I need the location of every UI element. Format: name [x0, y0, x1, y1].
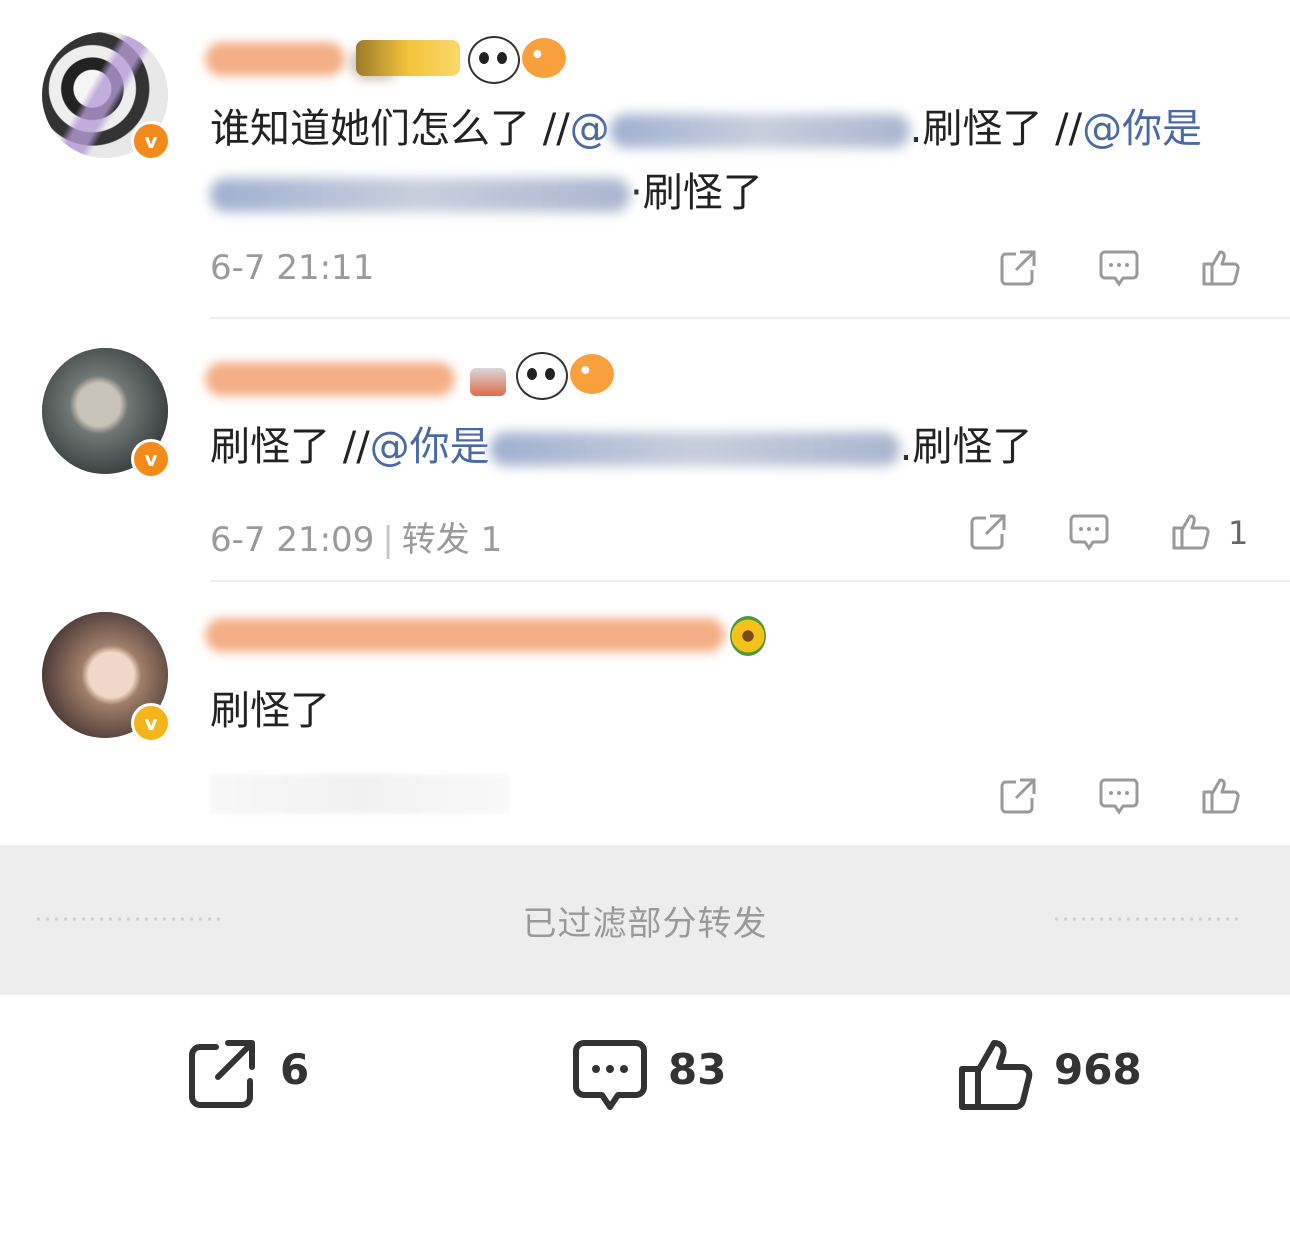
post-time: 6-7 21:09 — [210, 520, 375, 560]
verified-badge: v — [131, 121, 171, 161]
comment-button[interactable] — [1067, 510, 1111, 554]
dotted-line-right — [1052, 917, 1242, 921]
thumbs-up-icon — [1172, 514, 1210, 550]
thumbs-up-icon — [1202, 778, 1240, 814]
blurred-username — [489, 432, 900, 466]
repost-content-line2: ·刷怪了 — [210, 162, 763, 224]
like-button[interactable] — [1198, 244, 1242, 288]
bottom-action-bar: 6 83 968 — [0, 995, 1290, 1258]
verified-badge: v — [131, 703, 171, 743]
repost-content: 刷怪了 //@你是 .刷怪了 — [210, 416, 1032, 478]
verified-badge: v — [131, 439, 171, 479]
panda-icon — [516, 352, 568, 400]
sunflower-icon — [730, 616, 766, 656]
divider — [210, 580, 1290, 582]
hourglass-icon — [470, 368, 506, 396]
repost-item: v 刷怪了 — [0, 584, 1290, 846]
blurred-username — [609, 114, 910, 148]
repost-item: v 谁知道她们怎么了 //@ .刷怪了 //@你是 ·刷怪了 6-7 21:11 — [0, 0, 1290, 318]
comment-icon — [1099, 250, 1139, 287]
comment-icon — [1069, 514, 1109, 551]
divider — [210, 317, 1290, 319]
fish-icon — [570, 354, 614, 394]
share-icon — [1000, 250, 1036, 286]
mention-link[interactable]: @你是 — [1082, 106, 1202, 152]
thumbs-up-icon — [959, 1040, 1033, 1110]
content-text: 刷怪了 // — [210, 424, 370, 470]
repost-count: 6 — [280, 1045, 310, 1094]
username[interactable] — [205, 362, 455, 396]
post-time: 6-7 21:11 — [210, 248, 375, 288]
username[interactable] — [205, 42, 345, 76]
comment-button[interactable] — [1097, 246, 1141, 290]
repost-button[interactable] — [182, 1035, 262, 1115]
repost-content: 谁知道她们怎么了 //@ .刷怪了 //@你是 — [210, 98, 1202, 160]
content-text: .刷怪了 — [899, 424, 1033, 470]
comment-icon — [1099, 778, 1139, 815]
level-badge — [356, 40, 460, 76]
like-count: 1 — [1228, 514, 1249, 552]
repost-content: 刷怪了 — [210, 680, 330, 742]
comment-button[interactable] — [1097, 774, 1141, 818]
mention-link[interactable]: @ — [570, 106, 610, 152]
like-count: 968 — [1054, 1045, 1142, 1094]
thumbs-up-icon — [1202, 250, 1240, 286]
share-icon — [970, 514, 1006, 550]
username[interactable] — [205, 618, 725, 652]
repost-button[interactable] — [996, 774, 1040, 818]
content-text: ·刷怪了 — [630, 170, 763, 216]
repost-count-label[interactable]: 转发 1 — [402, 520, 502, 560]
like-button[interactable] — [1198, 772, 1242, 816]
comment-icon — [573, 1040, 647, 1110]
content-text: 刷怪了 — [210, 688, 330, 734]
blurred-username — [210, 178, 630, 212]
share-icon — [1000, 778, 1036, 814]
filter-notice-band: 已过滤部分转发 — [0, 845, 1290, 995]
post-meta: 6-7 21:09 | 转发 1 — [210, 512, 502, 561]
like-button[interactable] — [956, 1035, 1036, 1115]
mention-link[interactable]: @你是 — [370, 424, 490, 470]
panda-icon — [468, 36, 520, 84]
comment-button[interactable] — [570, 1035, 650, 1115]
faded-meta — [210, 774, 510, 814]
content-text: 谁知道她们怎么了 // — [210, 106, 570, 152]
fish-icon — [522, 38, 566, 78]
repost-button[interactable] — [966, 510, 1010, 554]
like-button[interactable] — [1168, 508, 1212, 552]
repost-item: v 刷怪了 //@你是 .刷怪了 6-7 21:09 | 转发 1 1 — [0, 320, 1290, 582]
repost-button[interactable] — [996, 246, 1040, 290]
content-text: .刷怪了 // — [909, 106, 1083, 152]
share-icon — [189, 1040, 255, 1108]
meta-divider: | — [382, 520, 394, 560]
comment-count: 83 — [668, 1045, 727, 1094]
